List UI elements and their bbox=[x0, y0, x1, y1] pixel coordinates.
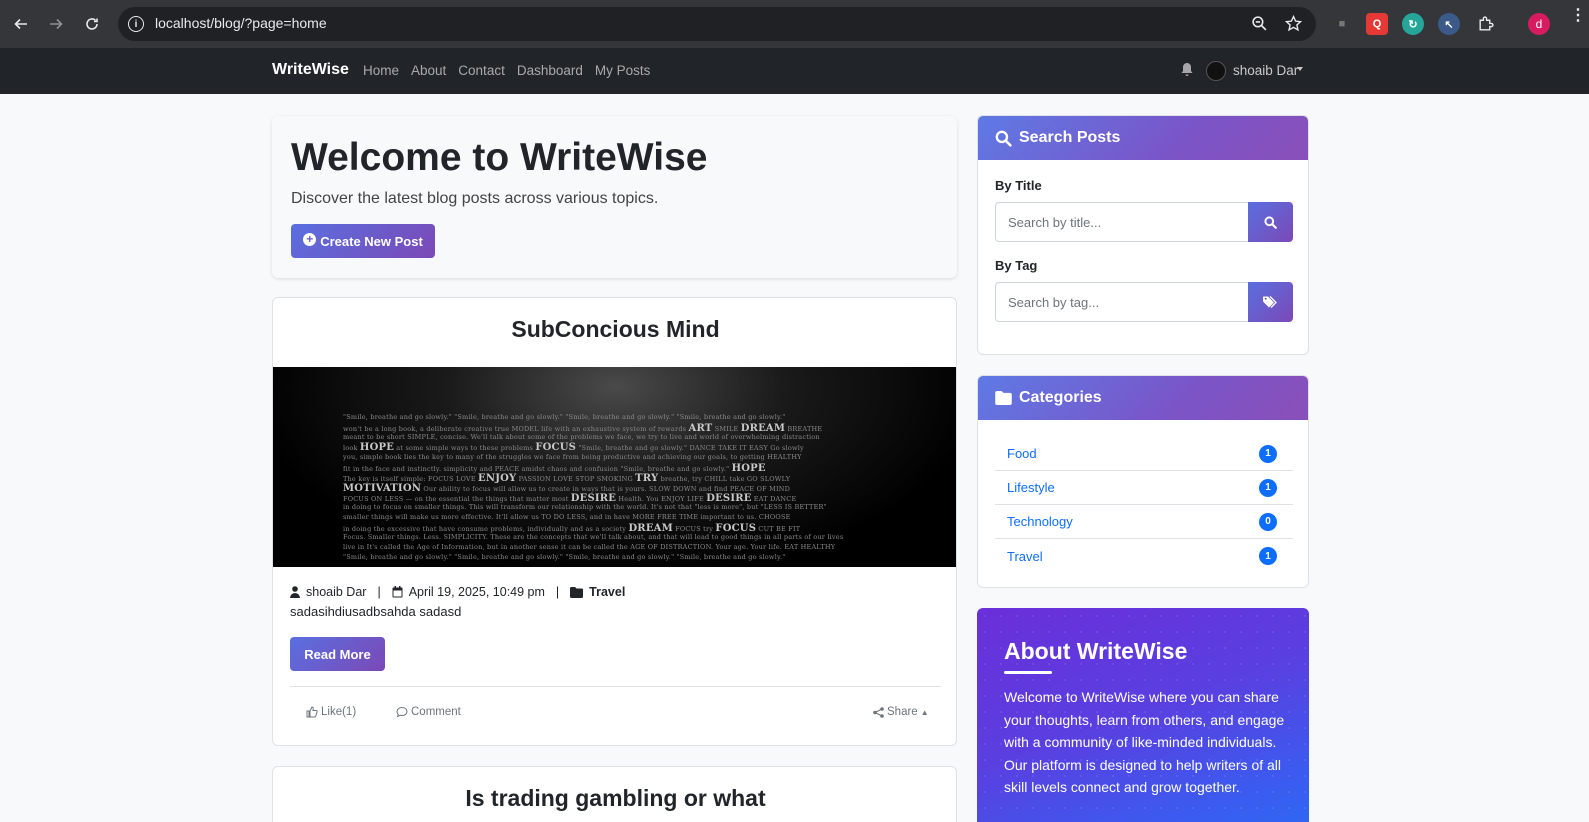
tag-search-input[interactable] bbox=[995, 282, 1248, 322]
category-name[interactable]: Travel bbox=[1007, 549, 1043, 564]
category-list: Food 1 Lifestyle 1 Technology 0 Travel 1 bbox=[995, 437, 1293, 573]
user-icon bbox=[290, 586, 300, 598]
share-label: Share bbox=[887, 706, 918, 718]
extension-robot-icon[interactable]: ■ bbox=[1331, 13, 1353, 35]
about-text: Welcome to WriteWise where you can share… bbox=[1004, 689, 1285, 795]
search-posts-title: Search Posts bbox=[1019, 129, 1121, 146]
comment-label: Comment bbox=[411, 706, 461, 718]
read-more-button[interactable]: Read More bbox=[290, 637, 385, 671]
title-search-group bbox=[995, 202, 1293, 242]
category-count-badge: 1 bbox=[1259, 547, 1277, 565]
like-label: Like(1) bbox=[321, 706, 357, 718]
post-author: shoaib Dar bbox=[306, 585, 367, 599]
nav-link-about[interactable]: About bbox=[411, 63, 446, 78]
browser-menu-icon[interactable]: ⋮ bbox=[1570, 8, 1586, 24]
post-title[interactable]: SubConcious Mind bbox=[273, 316, 956, 343]
search-icon bbox=[1264, 215, 1277, 229]
reload-icon[interactable] bbox=[79, 11, 105, 37]
post-card: SubConcious Mind "Smile, breathe and go … bbox=[272, 297, 957, 746]
brand-logo-text[interactable]: WriteWise bbox=[272, 61, 349, 79]
user-menu-name[interactable]: shoaib Dar bbox=[1233, 63, 1298, 78]
plus-circle-icon: + bbox=[303, 232, 317, 246]
category-count-badge: 0 bbox=[1259, 512, 1277, 531]
categories-title: Categories bbox=[1019, 389, 1102, 406]
share-button[interactable]: Share ▲ bbox=[873, 706, 929, 718]
post-image: "Smile, breathe and go slowly." "Smile, … bbox=[273, 367, 956, 567]
page-subtitle: Discover the latest blog posts across va… bbox=[291, 190, 659, 207]
title-field-label: By Title bbox=[995, 178, 1042, 193]
user-avatar[interactable] bbox=[1206, 61, 1226, 81]
zoom-icon[interactable] bbox=[1251, 15, 1268, 37]
post-card: Is trading gambling or what bbox=[272, 766, 957, 822]
category-name[interactable]: Technology bbox=[1007, 514, 1073, 529]
nav-link-dashboard[interactable]: Dashboard bbox=[517, 63, 583, 78]
post-category[interactable]: Travel bbox=[589, 585, 625, 599]
category-name[interactable]: Lifestyle bbox=[1007, 480, 1055, 495]
browser-toolbar: i localhost/blog/?page=home ■ Q ↻ ↖ d ⋮ bbox=[0, 0, 1589, 48]
category-item-food[interactable]: Food 1 bbox=[995, 437, 1293, 471]
calendar-icon bbox=[392, 586, 403, 598]
folder-icon bbox=[995, 391, 1012, 405]
back-arrow-icon[interactable] bbox=[8, 11, 34, 37]
tag-search-button[interactable] bbox=[1248, 282, 1293, 322]
folder-icon bbox=[570, 586, 584, 598]
category-item-lifestyle[interactable]: Lifestyle 1 bbox=[995, 471, 1293, 505]
category-item-technology[interactable]: Technology 0 bbox=[995, 505, 1293, 539]
like-button[interactable]: Like(1) bbox=[306, 706, 356, 718]
categories-card: Categories Food 1 Lifestyle 1 Technology… bbox=[977, 375, 1309, 588]
address-bar[interactable]: i localhost/blog/?page=home bbox=[118, 7, 1316, 41]
thumbs-up-icon bbox=[306, 706, 318, 718]
tag-field-label: By Tag bbox=[995, 258, 1038, 273]
create-post-button[interactable]: + Create New Post bbox=[291, 224, 435, 258]
post-title[interactable]: Is trading gambling or what bbox=[273, 785, 958, 812]
about-title: About WriteWise bbox=[1004, 638, 1188, 664]
post-excerpt: sadasihdiusadbsahda sadasd bbox=[290, 604, 462, 619]
divider bbox=[290, 686, 941, 687]
tag-search-group bbox=[995, 282, 1293, 322]
nav-link-contact[interactable]: Contact bbox=[458, 63, 505, 78]
tags-icon bbox=[1263, 295, 1277, 308]
bookmark-star-icon[interactable] bbox=[1284, 14, 1303, 37]
search-posts-header: Search Posts bbox=[978, 116, 1308, 160]
site-navbar: WriteWise Home About Contact Dashboard M… bbox=[0, 48, 1589, 94]
nav-link-my-posts[interactable]: My Posts bbox=[595, 63, 651, 78]
url-text: localhost/blog/?page=home bbox=[155, 15, 327, 31]
category-count-badge: 1 bbox=[1259, 444, 1277, 463]
extension-sync-icon[interactable]: ↻ bbox=[1402, 13, 1424, 35]
comment-icon bbox=[396, 706, 408, 718]
caret-up-icon: ▲ bbox=[920, 707, 929, 717]
title-search-button[interactable] bbox=[1248, 202, 1293, 242]
share-icon bbox=[873, 706, 884, 718]
nav-link-home[interactable]: Home bbox=[363, 63, 399, 78]
extension-cursor-icon[interactable]: ↖ bbox=[1438, 13, 1460, 35]
title-search-input[interactable] bbox=[995, 202, 1248, 242]
site-info-icon[interactable]: i bbox=[128, 16, 144, 32]
category-count-badge: 1 bbox=[1259, 478, 1277, 497]
forward-arrow-icon[interactable] bbox=[43, 11, 69, 37]
welcome-card: Welcome to WriteWise Discover the latest… bbox=[272, 116, 957, 278]
category-item-travel[interactable]: Travel 1 bbox=[995, 539, 1293, 573]
extension-search-icon[interactable]: Q bbox=[1366, 13, 1388, 35]
about-card: About WriteWise Welcome to WriteWise whe… bbox=[977, 608, 1309, 822]
post-date: April 19, 2025, 10:49 pm bbox=[408, 585, 545, 599]
categories-header: Categories bbox=[978, 376, 1308, 420]
title-underline bbox=[1004, 671, 1052, 674]
search-posts-card: Search Posts By Title By Tag bbox=[977, 115, 1309, 355]
chevron-down-icon[interactable] bbox=[1297, 67, 1303, 71]
page-title: Welcome to WriteWise bbox=[291, 136, 708, 179]
create-post-label: Create New Post bbox=[320, 233, 423, 249]
nav-links: Home About Contact Dashboard My Posts bbox=[363, 63, 662, 78]
notification-bell-icon[interactable] bbox=[1180, 62, 1194, 82]
search-icon bbox=[995, 130, 1012, 147]
post-meta: shoaib Dar | April 19, 2025, 10:49 pm | … bbox=[290, 585, 625, 599]
profile-avatar[interactable]: d bbox=[1528, 13, 1550, 35]
extensions-puzzle-icon[interactable] bbox=[1474, 13, 1496, 35]
category-name[interactable]: Food bbox=[1007, 446, 1037, 461]
comment-button[interactable]: Comment bbox=[396, 706, 461, 718]
